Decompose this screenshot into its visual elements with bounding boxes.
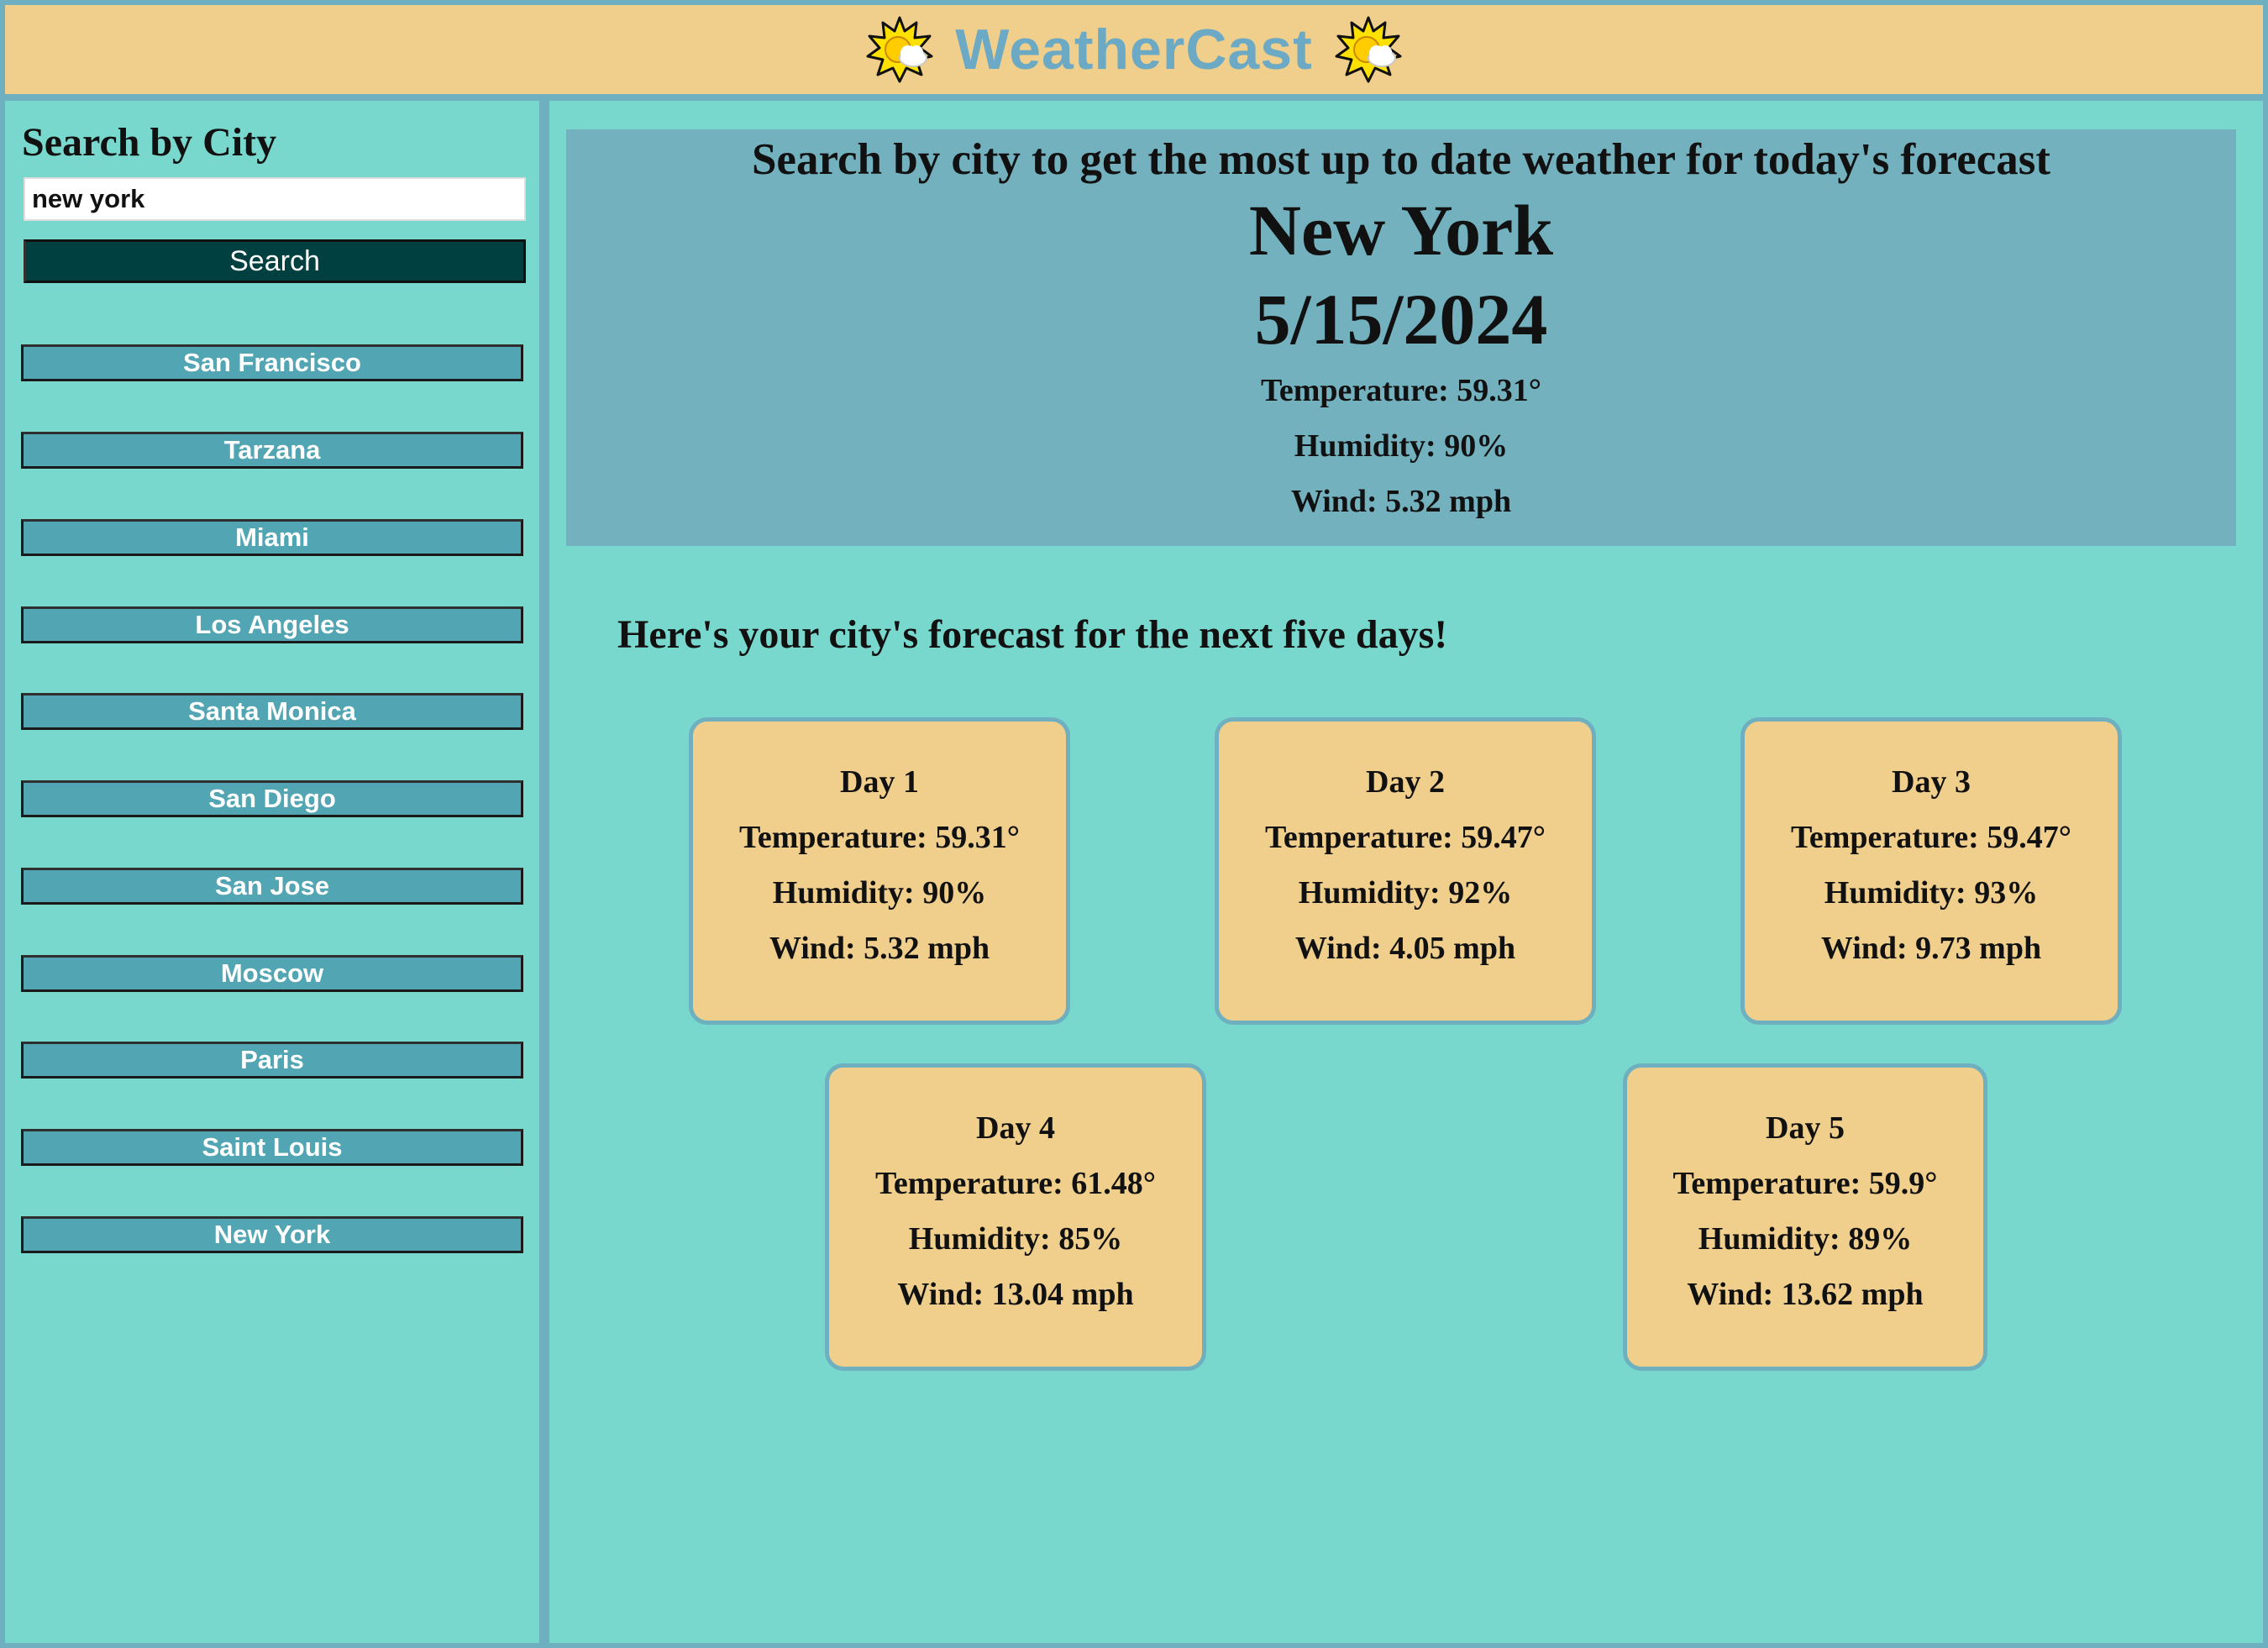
- city-button-san-diego[interactable]: San Diego: [21, 780, 523, 817]
- day-label: Day 3: [1892, 764, 1971, 800]
- sidebar-divider: [539, 101, 549, 1643]
- day-humidity: Humidity: 85%: [908, 1221, 1123, 1257]
- day-temperature: Temperature: 61.48°: [875, 1166, 1156, 1201]
- city-button-new-york[interactable]: New York: [21, 1216, 523, 1253]
- day-label: Day 4: [976, 1110, 1055, 1146]
- day-label: Day 2: [1366, 764, 1445, 800]
- search-heading: Search by City: [22, 120, 277, 165]
- day-humidity: Humidity: 93%: [1824, 875, 2039, 911]
- search-button[interactable]: Search: [24, 239, 526, 283]
- day-wind: Wind: 13.04 mph: [897, 1277, 1134, 1312]
- city-button-miami[interactable]: Miami: [21, 519, 523, 556]
- city-button-santa-monica[interactable]: Santa Monica: [21, 693, 523, 730]
- sun-cloud-icon: [866, 16, 933, 83]
- forecast-card-day-1: Day 1 Temperature: 59.31° Humidity: 90% …: [689, 717, 1070, 1025]
- day-temperature: Temperature: 59.31°: [739, 820, 1020, 855]
- day-humidity: Humidity: 89%: [1698, 1221, 1913, 1257]
- day-humidity: Humidity: 90%: [772, 875, 987, 911]
- day-wind: Wind: 4.05 mph: [1294, 931, 1516, 966]
- city-button-san-jose[interactable]: San Jose: [21, 868, 523, 905]
- city-button-paris[interactable]: Paris: [21, 1042, 523, 1079]
- day-label: Day 1: [840, 764, 919, 800]
- current-city-name: New York: [1248, 190, 1554, 270]
- current-temperature: Temperature: 59.31°: [1261, 373, 1541, 408]
- forecast-heading: Here's your city's forecast for the next…: [617, 612, 1448, 657]
- forecast-card-day-3: Day 3 Temperature: 59.47° Humidity: 93% …: [1740, 717, 2122, 1025]
- sun-cloud-icon: [1335, 16, 1402, 83]
- header-divider: [5, 94, 2263, 101]
- app-title: WeatherCast: [955, 18, 1313, 81]
- city-button-saint-louis[interactable]: Saint Louis: [21, 1129, 523, 1166]
- city-search-input[interactable]: [24, 177, 526, 221]
- forecast-card-day-2: Day 2 Temperature: 59.47° Humidity: 92% …: [1215, 717, 1596, 1025]
- city-button-moscow[interactable]: Moscow: [21, 955, 523, 992]
- intro-text: Search by city to get the most up to dat…: [751, 135, 2051, 184]
- current-weather-panel: Search by city to get the most up to dat…: [566, 129, 2236, 546]
- day-wind: Wind: 9.73 mph: [1820, 931, 2042, 966]
- current-humidity: Humidity: 90%: [1294, 428, 1509, 464]
- forecast-card-day-4: Day 4 Temperature: 61.48° Humidity: 85% …: [825, 1063, 1206, 1371]
- city-button-los-angeles[interactable]: Los Angeles: [21, 606, 523, 643]
- day-temperature: Temperature: 59.47°: [1791, 820, 2071, 855]
- app-header: WeatherCast: [5, 5, 2263, 94]
- day-humidity: Humidity: 92%: [1298, 875, 1513, 911]
- day-wind: Wind: 5.32 mph: [769, 931, 990, 966]
- brand: WeatherCast: [866, 16, 1402, 83]
- day-temperature: Temperature: 59.9°: [1672, 1166, 1938, 1201]
- day-label: Day 5: [1766, 1110, 1845, 1146]
- current-date: 5/15/2024: [1254, 279, 1548, 360]
- current-wind: Wind: 5.32 mph: [1290, 484, 1512, 519]
- day-wind: Wind: 13.62 mph: [1687, 1277, 1924, 1312]
- city-button-tarzana[interactable]: Tarzana: [21, 432, 523, 469]
- city-button-san-francisco[interactable]: San Francisco: [21, 344, 523, 381]
- forecast-card-day-5: Day 5 Temperature: 59.9° Humidity: 89% W…: [1623, 1063, 1987, 1371]
- day-temperature: Temperature: 59.47°: [1265, 820, 1546, 855]
